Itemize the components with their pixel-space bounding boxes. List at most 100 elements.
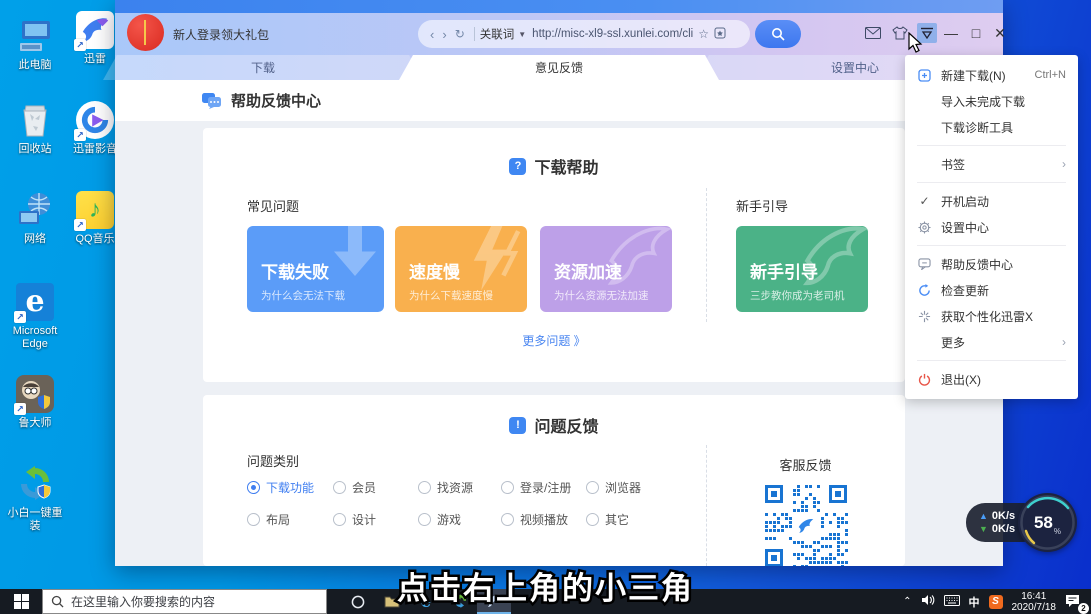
address-bar[interactable]: ‹ › ↻ 关联词 ▼ http://misc-xl9-ssl.xunlei.c… (418, 20, 750, 48)
chat-icon (917, 257, 932, 272)
xunlei-player-icon: ↗ (75, 100, 115, 140)
promo-badge-icon[interactable] (127, 14, 164, 51)
desktop-icon-ludashi[interactable]: ↗ 鲁大师 (6, 374, 64, 430)
add-bookmark-icon[interactable] (714, 27, 727, 42)
radio-design[interactable]: 设计 (333, 511, 376, 528)
ludashi-icon: ↗ (15, 374, 55, 414)
keyword-label[interactable]: 关联词 (480, 26, 515, 42)
download-arrow-icon: ▼ (979, 524, 988, 534)
feedback-panel: ! 问题反馈 问题类别 下载功能 会员 找资源 登录/注册 浏览器 布局 设计 … (203, 395, 905, 566)
card-beginner-guide[interactable]: 新手引导 三步教你成为老司机 (736, 226, 868, 312)
menu-item-new-download[interactable]: 新建下载(N) Ctrl+N (905, 62, 1078, 88)
menu-divider (917, 360, 1066, 361)
check-icon: ✓ (917, 194, 932, 209)
menu-divider (917, 145, 1066, 146)
radio-layout[interactable]: 布局 (247, 511, 290, 528)
category-label: 问题类别 (247, 451, 299, 470)
radio-games[interactable]: 游戏 (418, 511, 461, 528)
radio-video-playback[interactable]: 视频播放 (501, 511, 568, 528)
network-icon (15, 190, 55, 230)
radio-icon (247, 513, 260, 526)
menu-item-exit[interactable]: 退出(X) (905, 366, 1078, 392)
card-download-fail[interactable]: 下载失败 为什么会无法下载 (247, 226, 384, 312)
minimize-button[interactable]: — (939, 21, 963, 45)
guide-group-label: 新手引导 (736, 196, 788, 215)
customer-qr-code (763, 483, 849, 566)
customer-service-label: 客服反馈 (706, 455, 905, 474)
back-icon[interactable]: ‹ (430, 27, 434, 42)
shortcut-arrow-icon: ↗ (74, 129, 86, 141)
section-title: 下载帮助 (534, 154, 598, 178)
radio-icon (333, 513, 346, 526)
radio-membership[interactable]: 会员 (333, 479, 376, 496)
desktop-icon-recycle-bin[interactable]: 回收站 (6, 100, 64, 156)
search-icon (771, 27, 785, 41)
mouse-cursor (908, 32, 924, 54)
card-slow-speed[interactable]: 速度慢 为什么下载速度慢 (395, 226, 527, 312)
skin-icon[interactable] (890, 23, 910, 43)
radio-other[interactable]: 其它 (586, 511, 629, 528)
radio-icon (333, 481, 346, 494)
chevron-down-icon[interactable]: ▼ (518, 30, 526, 39)
tab-feedback[interactable]: 意见反馈 (411, 55, 707, 80)
page-header: 帮助反馈中心 (115, 80, 1003, 121)
menu-item-settings[interactable]: 设置中心 (905, 214, 1078, 240)
video-subtitle: 点击右上角的小三角 (0, 563, 1091, 608)
mail-icon[interactable] (863, 23, 883, 43)
desktop: 此电脑 ↗ 迅雷 回收站 ↗ 迅雷影音 网络 (0, 0, 1091, 614)
radio-icon (247, 481, 260, 494)
this-pc-icon (15, 16, 55, 56)
radio-login-register[interactable]: 登录/注册 (501, 479, 571, 496)
divider (706, 188, 707, 322)
sparkle-icon (917, 309, 932, 324)
menu-item-personalized[interactable]: 获取个性化迅雷X (905, 303, 1078, 329)
radio-browser[interactable]: 浏览器 (586, 479, 641, 496)
menu-divider (917, 182, 1066, 183)
xunlei-bird-logo (794, 514, 818, 538)
menu-item-import-unfinished[interactable]: 导入未完成下载 (905, 88, 1078, 114)
menu-item-diagnostic-tool[interactable]: 下载诊断工具 (905, 114, 1078, 140)
menu-item-more[interactable]: 更多 › (905, 329, 1078, 355)
maximize-button[interactable]: □ (964, 21, 988, 45)
refresh-icon[interactable]: ↻ (455, 27, 465, 41)
page-title: 帮助反馈中心 (231, 90, 321, 111)
shortcut-arrow-icon: ↗ (74, 39, 86, 51)
tab-bar: 下载 意见反馈 设置中心 (115, 55, 1003, 80)
card-resource-boost[interactable]: 资源加速 为什么资源无法加速 (540, 226, 672, 312)
divider (474, 27, 475, 41)
xiaobai-icon (15, 464, 55, 504)
radio-icon (586, 513, 599, 526)
shortcut-arrow-icon: ↗ (74, 219, 86, 231)
promo-title[interactable]: 新人登录领大礼包 (173, 26, 269, 43)
forward-icon[interactable]: › (442, 27, 446, 42)
download-help-panel: ? 下载帮助 常见问题 新手引导 下载失败 为什么会无法下载 速度慢 为什么下载… (203, 128, 905, 382)
radio-download-feature[interactable]: 下载功能 (247, 479, 314, 496)
favorite-star-icon[interactable]: ☆ (698, 27, 709, 41)
window-titlebar: 新人登录领大礼包 ‹ › ↻ 关联词 ▼ http://misc-xl9-ssl… (115, 13, 1003, 55)
menu-item-bookmarks[interactable]: 书签 › (905, 151, 1078, 177)
faq-group-label: 常见问题 (247, 196, 299, 215)
desktop-icon-xiaobai[interactable]: 小白一键重装 (6, 464, 64, 533)
acceleration-widget[interactable]: 58 % (1018, 493, 1077, 552)
menu-item-check-update[interactable]: 检查更新 (905, 277, 1078, 303)
power-icon (917, 372, 932, 387)
close-button[interactable]: ✕ (988, 21, 1012, 45)
tab-download[interactable]: 下载 (115, 55, 411, 80)
menu-item-startup[interactable]: ✓ 开机启动 (905, 188, 1078, 214)
radio-icon (501, 513, 514, 526)
desktop-icon-edge[interactable]: e ↗ Microsoft Edge (6, 282, 64, 351)
desktop-icon-network[interactable]: 网络 (6, 190, 64, 246)
shortcut-arrow-icon: ↗ (14, 311, 26, 323)
exclamation-icon: ! (509, 417, 526, 434)
url-field[interactable]: http://misc-xl9-ssl.xunlei.com/cli (532, 28, 693, 40)
edge-icon: e ↗ (15, 282, 55, 322)
radio-find-resources[interactable]: 找资源 (418, 479, 473, 496)
radio-icon (418, 481, 431, 494)
more-questions-link[interactable]: 更多问题 》 (203, 332, 905, 349)
menu-item-help-center[interactable]: 帮助反馈中心 (905, 251, 1078, 277)
search-button[interactable] (755, 20, 801, 48)
desktop-icon-this-pc[interactable]: 此电脑 (6, 16, 64, 72)
recycle-bin-icon (15, 100, 55, 140)
xunlei-window: 新人登录领大礼包 ‹ › ↻ 关联词 ▼ http://misc-xl9-ssl… (115, 0, 1003, 566)
menu-divider (917, 245, 1066, 246)
